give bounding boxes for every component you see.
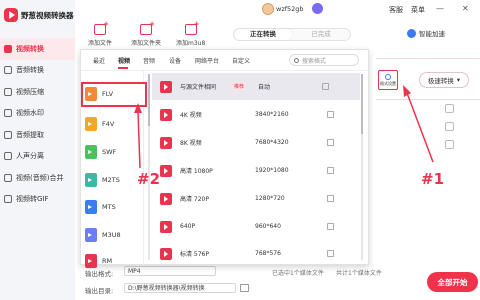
- annotation-arrow-two-head: [134, 103, 142, 113]
- annotation-label-one: #1: [421, 170, 445, 188]
- annotation-arrow-one-head: [403, 85, 411, 97]
- annotation-arrow-one-line: [406, 92, 434, 163]
- annotation-arrows: [134, 85, 434, 169]
- annotation-arrow-two-line: [137, 110, 141, 169]
- annotation-label-two: #2: [137, 170, 161, 188]
